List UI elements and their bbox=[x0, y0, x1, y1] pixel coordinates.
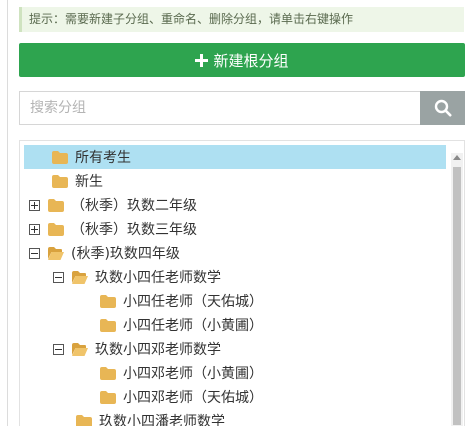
new-root-group-button[interactable]: 新建根分组 bbox=[19, 43, 465, 77]
tree-node-label: 玖数小四邓老师数学 bbox=[95, 342, 221, 358]
collapse-icon[interactable] bbox=[53, 271, 64, 283]
search-input[interactable] bbox=[19, 91, 420, 125]
scroll-up-arrow-icon[interactable] bbox=[453, 155, 461, 160]
expand-icon[interactable] bbox=[29, 199, 40, 211]
folder-icon bbox=[48, 222, 64, 236]
tree-node-label: 小四任老师（天佑城） bbox=[123, 294, 263, 310]
tree-node-grade3[interactable]: （秋季）玖数三年级 bbox=[29, 217, 197, 241]
plus-icon bbox=[195, 53, 209, 67]
hint-text: 提示：需要新建子分组、重命名、删除分组，请单击右键操作 bbox=[19, 7, 464, 32]
tree-node-label: 小四邓老师（天佑城） bbox=[123, 390, 263, 406]
expand-icon[interactable] bbox=[29, 223, 40, 235]
tree-node-label: 所有考生 bbox=[75, 150, 131, 166]
folder-icon bbox=[48, 198, 64, 212]
folder-icon bbox=[76, 414, 92, 426]
tree-node-grade2[interactable]: （秋季）玖数二年级 bbox=[29, 193, 197, 217]
tree-scrollbar[interactable] bbox=[451, 153, 463, 426]
tree-node-label: （秋季）玖数三年级 bbox=[71, 222, 197, 238]
tree-node-all-students[interactable]: 所有考生 bbox=[24, 145, 446, 169]
tree-node-ren-tianyou[interactable]: 小四任老师（天佑城） bbox=[100, 289, 263, 313]
folder-open-icon bbox=[72, 270, 88, 284]
folder-icon bbox=[100, 294, 116, 308]
folder-icon bbox=[100, 390, 116, 404]
search-icon bbox=[434, 99, 452, 117]
group-tree: 所有考生 新生 （秋季）玖数二年级 （秋季）玖数三年级 (秋季)玖数四年级 玖数… bbox=[19, 140, 465, 426]
folder-icon bbox=[100, 318, 116, 332]
tree-node-ren-xiaohuangpu[interactable]: 小四任老师（小黄圃） bbox=[100, 313, 263, 337]
tree-node-label: 玖数小四任老师数学 bbox=[95, 270, 221, 286]
tree-node-label: 新生 bbox=[75, 174, 103, 190]
tree-node-label: 玖数小四潘老师数学 bbox=[99, 414, 225, 426]
tree-node-label: 小四任老师（小黄圃） bbox=[123, 318, 263, 334]
folder-icon bbox=[100, 366, 116, 380]
scroll-thumb[interactable] bbox=[453, 167, 461, 425]
collapse-icon[interactable] bbox=[53, 343, 64, 355]
folder-open-icon bbox=[48, 246, 64, 260]
collapse-icon[interactable] bbox=[29, 247, 40, 259]
tree-node-deng-xiaohuangpu[interactable]: 小四邓老师（小黄圃） bbox=[100, 361, 263, 385]
new-root-group-label: 新建根分组 bbox=[213, 51, 289, 70]
tree-node-deng-tianyou[interactable]: 小四邓老师（天佑城） bbox=[100, 385, 263, 409]
tree-node-pan-math[interactable]: 玖数小四潘老师数学 bbox=[76, 409, 225, 426]
tree-node-new-students[interactable]: 新生 bbox=[52, 169, 103, 193]
folder-icon bbox=[52, 174, 68, 188]
tree-node-label: (秋季)玖数四年级 bbox=[71, 246, 180, 262]
search-button[interactable] bbox=[420, 91, 465, 125]
tree-node-grade4[interactable]: (秋季)玖数四年级 bbox=[29, 241, 180, 265]
left-panel-divider bbox=[7, 0, 8, 426]
tree-node-label: 小四邓老师（小黄圃） bbox=[123, 366, 263, 382]
tree-node-ren-math[interactable]: 玖数小四任老师数学 bbox=[53, 265, 221, 289]
folder-icon bbox=[52, 150, 68, 164]
folder-open-icon bbox=[72, 342, 88, 356]
tree-node-deng-math[interactable]: 玖数小四邓老师数学 bbox=[53, 337, 221, 361]
tree-node-label: （秋季）玖数二年级 bbox=[71, 198, 197, 214]
